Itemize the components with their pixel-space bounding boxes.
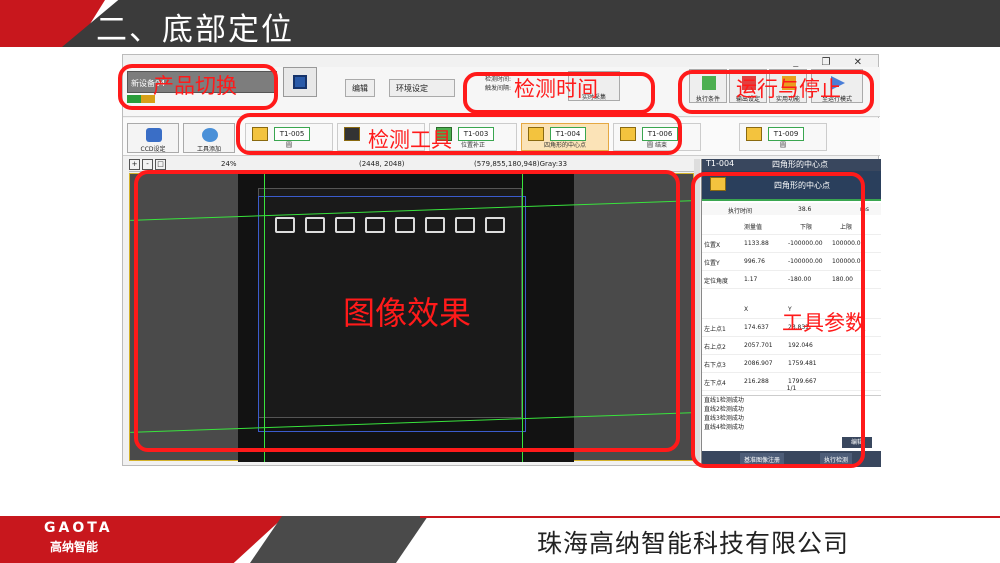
- company-name: 珠海高纳智能科技有限公司: [537, 529, 850, 558]
- zoom-in-icon[interactable]: +: [129, 159, 140, 170]
- save-button[interactable]: [283, 67, 317, 97]
- annotation-params: 工具参数: [782, 311, 866, 335]
- slide-title: 二、底部定位: [96, 12, 294, 48]
- image-size: (2448, 2048): [359, 160, 405, 168]
- company-logo: GAOTA: [44, 520, 113, 536]
- footer-line: [420, 516, 1000, 518]
- annotation-tools: 检测工具: [368, 128, 452, 152]
- camera-icon: [146, 128, 162, 142]
- slide: 二、底部定位 _ ❐ ✕ 新设备04 编辑 环境设定 检测时间: 触发间隔: 实…: [0, 0, 1000, 563]
- company-logo-cn: 高纳智能: [50, 540, 99, 554]
- panel-header: T1-004 四角形的中心点: [702, 159, 881, 171]
- footer-red-band: [0, 516, 285, 563]
- pixel-coords: (579,855,180,948)Gray:33: [474, 160, 568, 168]
- annotation-detect-time: 检测时间: [514, 77, 598, 101]
- tool-name: 圆: [779, 142, 786, 149]
- annotation-tools-box: [236, 113, 682, 155]
- floppy-icon: [293, 75, 307, 89]
- panel-header-title: 四角形的中心点: [772, 160, 828, 169]
- add-tool-label: 工具添加: [196, 146, 221, 153]
- annotation-run-stop: 运行与停止: [736, 77, 841, 101]
- edit-menu-button[interactable]: 编辑: [345, 79, 375, 97]
- circle-tool-icon: [746, 127, 762, 141]
- zoom-out-icon[interactable]: -: [142, 159, 153, 170]
- fit-icon[interactable]: □: [155, 159, 166, 170]
- annotation-image: 图像效果: [343, 294, 472, 332]
- add-tool-button[interactable]: 工具添加: [183, 123, 235, 153]
- tool-id: T1-009: [768, 127, 804, 141]
- environment-menu-button[interactable]: 环境设定: [389, 79, 455, 97]
- ccd-setting-button[interactable]: CCD设定: [127, 123, 179, 153]
- tool-item-t1-009[interactable]: T1-009 圆: [739, 123, 827, 151]
- annotation-product: 产品切换: [153, 74, 237, 98]
- ccd-setting-label: CCD设定: [140, 146, 166, 153]
- zoom-level: 24%: [221, 160, 237, 168]
- plus-icon: [202, 128, 218, 142]
- panel-tool-id: T1-004: [706, 159, 735, 168]
